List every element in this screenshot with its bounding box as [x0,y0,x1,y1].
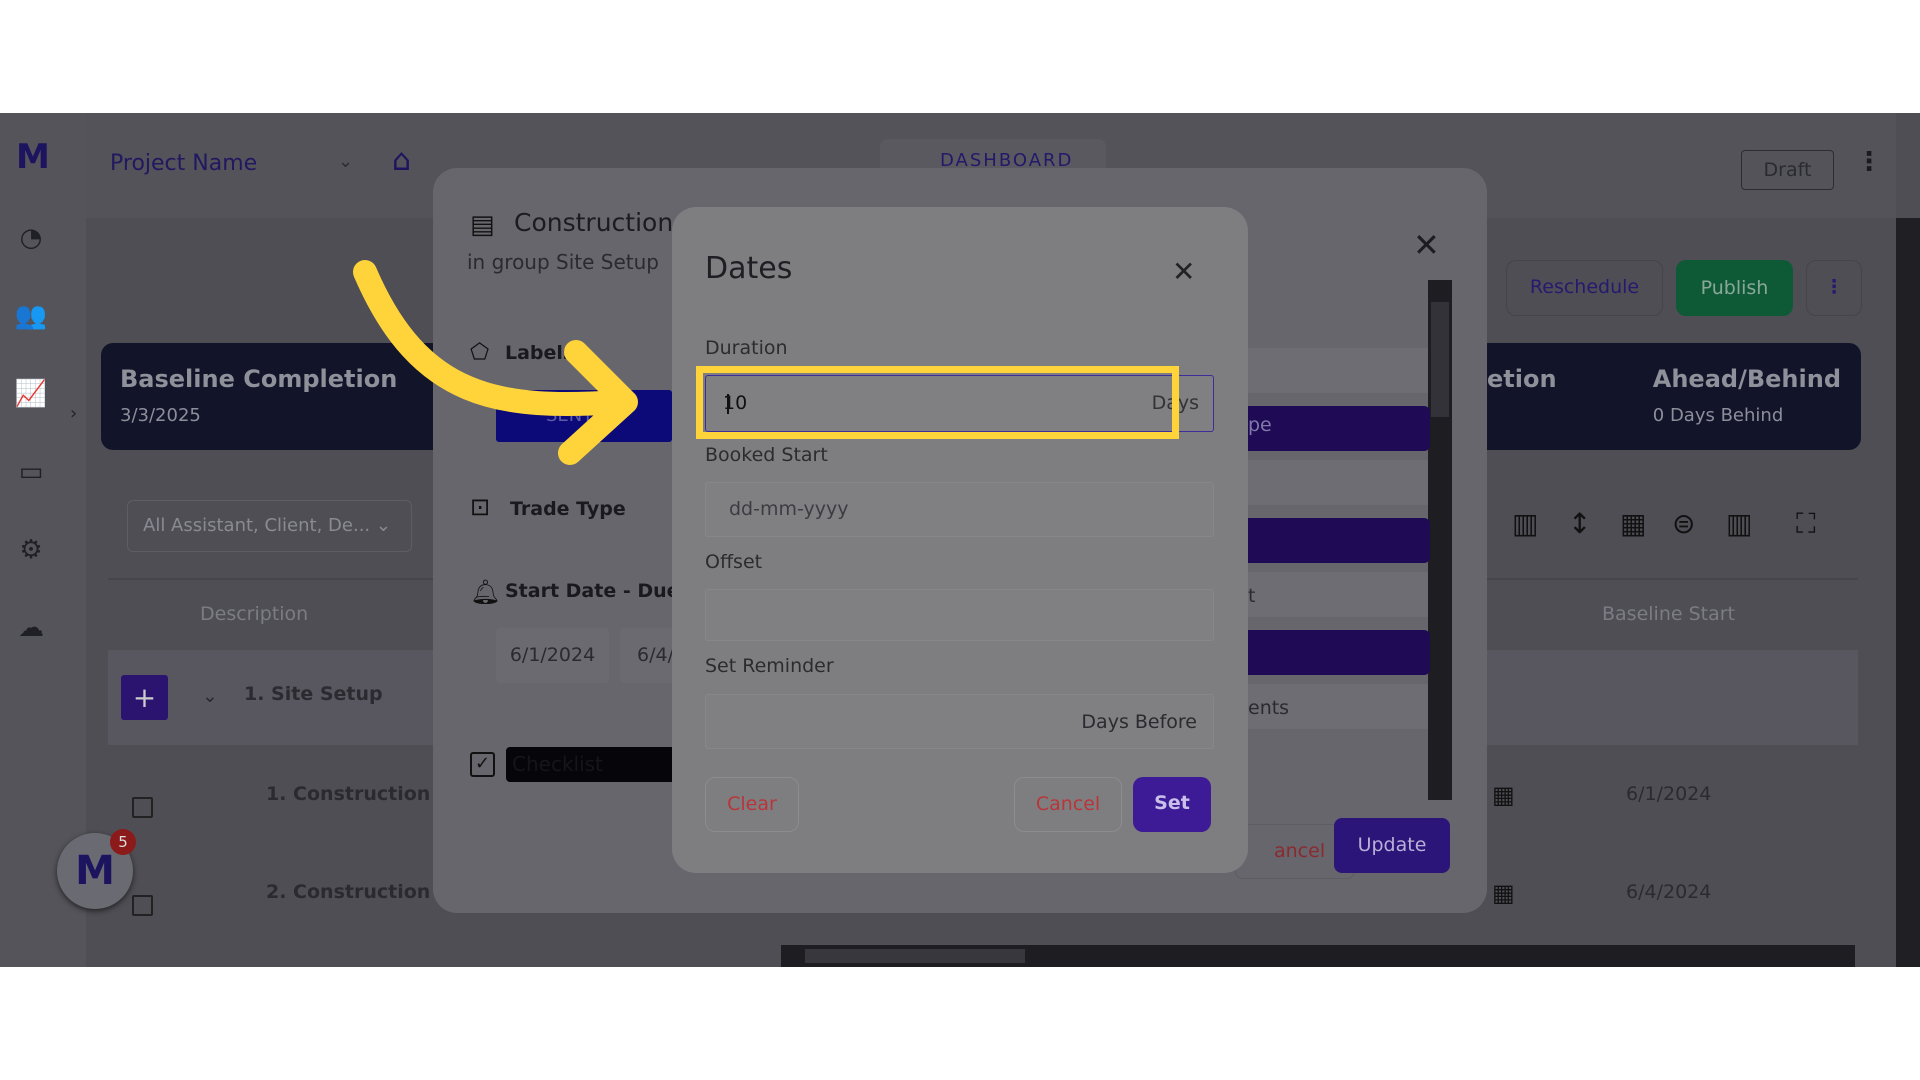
annotation-arrow [353,260,638,465]
notification-badge: 5 [110,829,136,855]
